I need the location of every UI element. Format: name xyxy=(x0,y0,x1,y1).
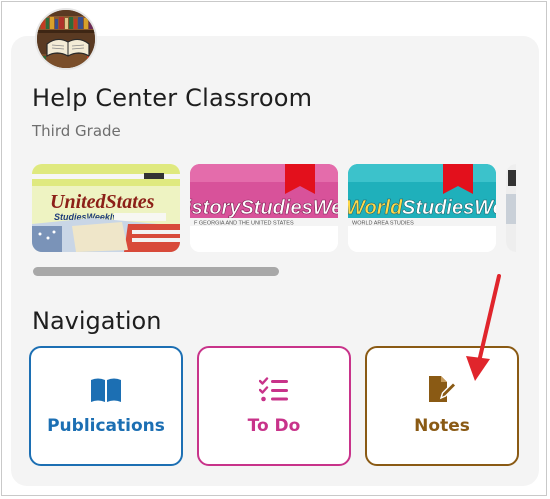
classroom-avatar xyxy=(35,8,97,70)
svg-text:World: World xyxy=(348,197,403,219)
publications-button[interactable]: Publications xyxy=(29,346,183,466)
notes-button-label: Notes xyxy=(414,416,470,436)
navigation-heading: Navigation xyxy=(32,307,162,335)
todo-button[interactable]: To Do xyxy=(197,346,351,466)
note-pen-icon xyxy=(427,376,457,404)
publication-cover-partial[interactable] xyxy=(506,164,516,252)
publication-cover-georgia-history[interactable]: istoryStudiesWeekly F GEORGIA AND THE UN… xyxy=(190,164,338,252)
publications-button-label: Publications xyxy=(47,416,165,436)
svg-text:istoryStudiesWeekly: istoryStudiesWeekly xyxy=(190,197,338,219)
classroom-title: Help Center Classroom xyxy=(32,84,313,112)
publication-cover-world-studies[interactable]: World StudiesWeekly WORLD AREA STUDIES xyxy=(348,164,496,252)
carousel-scrollbar[interactable] xyxy=(33,267,279,276)
checklist-icon xyxy=(259,376,289,404)
publication-cover-united-states[interactable]: UnitedStates StudiesWeekly xyxy=(32,164,180,252)
book-open-icon xyxy=(90,376,122,404)
svg-text:UnitedStates: UnitedStates xyxy=(50,191,155,213)
publications-carousel[interactable]: UnitedStates StudiesWeekly istoryStudies… xyxy=(32,164,516,252)
notes-button[interactable]: Notes xyxy=(365,346,519,466)
todo-button-label: To Do xyxy=(247,416,301,436)
svg-text:WORLD AREA STUDIES: WORLD AREA STUDIES xyxy=(352,221,414,227)
svg-text:F GEORGIA AND THE UNITED STATE: F GEORGIA AND THE UNITED STATES xyxy=(194,221,294,227)
classroom-grade: Third Grade xyxy=(32,122,121,140)
svg-text:StudiesWeekly: StudiesWeekly xyxy=(402,197,496,219)
